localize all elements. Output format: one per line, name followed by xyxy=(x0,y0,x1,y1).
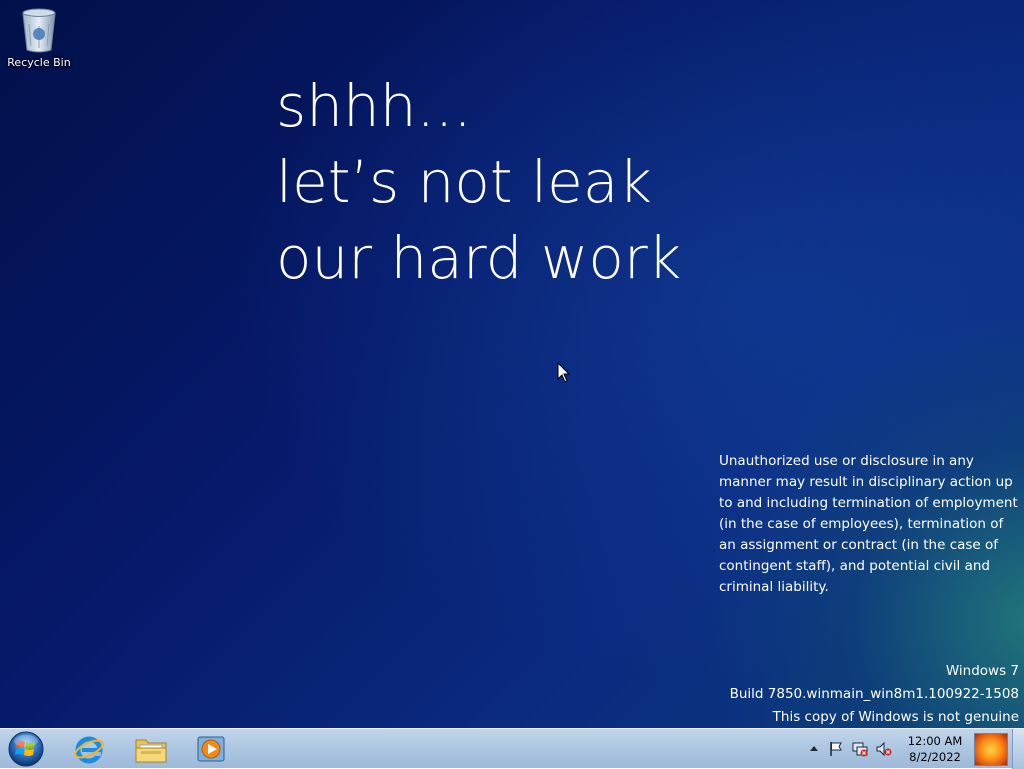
start-button[interactable] xyxy=(6,730,46,768)
recycle-bin-label: Recycle Bin xyxy=(7,56,71,69)
headline-line-1: shhh... xyxy=(276,72,472,140)
taskbar-windows-explorer[interactable] xyxy=(128,731,174,767)
show-hidden-icons-arrow[interactable] xyxy=(806,741,822,757)
headline-line-3: our hard work xyxy=(276,224,682,292)
windows-orb-icon xyxy=(8,731,44,767)
recycle-bin-icon xyxy=(22,8,56,53)
clock-time: 12:00 AM xyxy=(907,734,963,748)
headline: shhh... let’s not leak our hard work xyxy=(276,68,681,296)
network-icon[interactable] xyxy=(852,741,868,757)
headline-line-2: let’s not leak xyxy=(276,148,652,216)
watermark-os-name: Windows 7 xyxy=(945,663,1019,679)
internet-explorer-icon xyxy=(74,736,104,764)
clock-date: 8/2/2022 xyxy=(909,750,961,764)
media-player-icon xyxy=(197,736,225,762)
desktop[interactable]: Recycle Bin shhh... let’s not leak our h… xyxy=(0,0,1024,728)
recycle-bin-shortcut[interactable]: Recycle Bin xyxy=(4,6,74,69)
action-center-flag-icon[interactable] xyxy=(828,741,844,757)
taskbar-media-player[interactable] xyxy=(188,731,234,767)
system-clock[interactable]: 12:00 AM 8/2/2022 xyxy=(898,733,972,765)
legal-notice: Unauthorized use or disclosure in any ma… xyxy=(719,453,1018,595)
volume-muted-icon[interactable] xyxy=(876,741,892,757)
windows-watermark: Windows 7 Build 7850.winmain_win8m1.1009… xyxy=(730,660,1019,729)
folder-icon xyxy=(135,739,167,763)
taskbar: 12:00 AM 8/2/2022 xyxy=(0,728,1024,769)
mouse-cursor-icon xyxy=(557,362,571,383)
show-desktop-button[interactable] xyxy=(1012,729,1024,769)
watermark-build: Build 7850.winmain_win8m1.100922-1508 xyxy=(729,686,1019,702)
taskbar-internet-explorer[interactable] xyxy=(66,731,112,767)
user-picture-thumbnail[interactable] xyxy=(974,733,1008,766)
watermark-genuine-notice: This copy of Windows is not genuine xyxy=(772,709,1019,725)
